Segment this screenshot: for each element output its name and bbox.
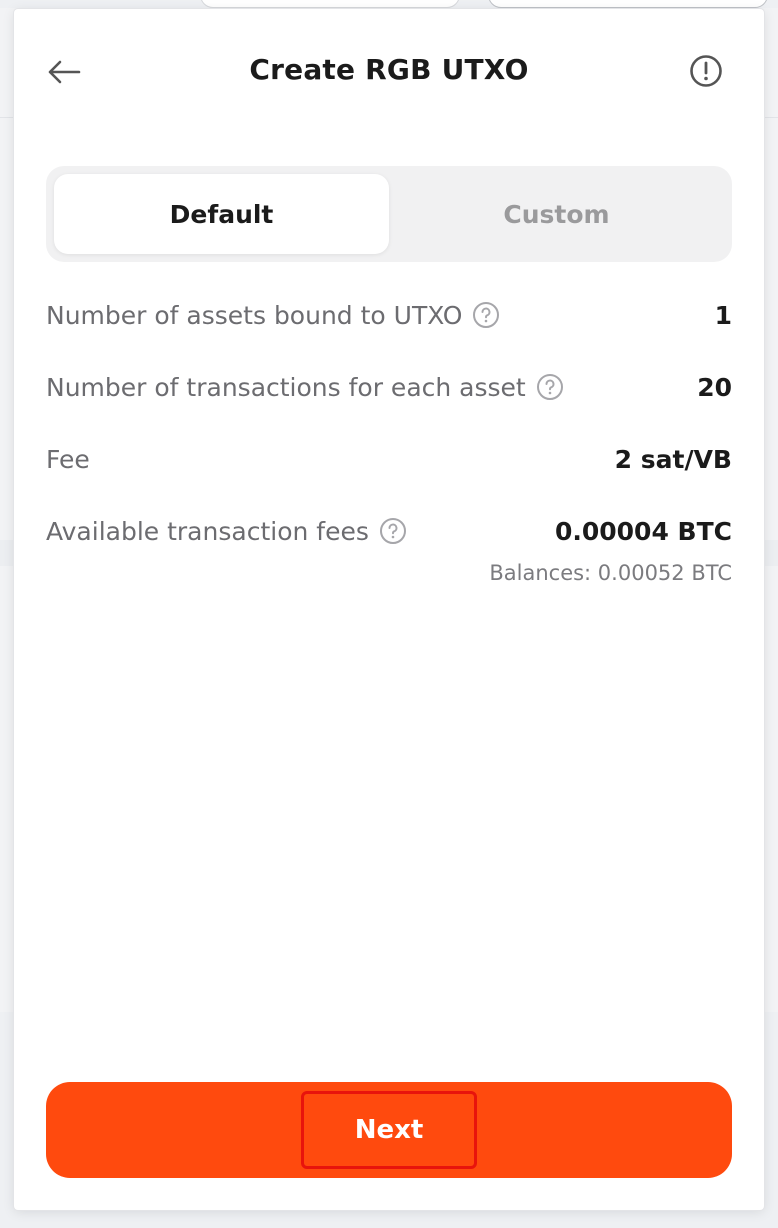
available-fees-label: Available transaction fees [46,516,369,546]
available-fees-row: Available transaction fees 0.00004 BTC [46,511,732,551]
assets-bound-label: Number of assets bound to UTXO [46,300,463,330]
tab-default[interactable]: Default [54,174,389,254]
next-button-highlight: Next [301,1091,477,1169]
next-button-label: Next [354,1115,424,1145]
fee-label: Fee [46,444,90,474]
assets-bound-value: 1 [714,300,732,330]
tx-per-asset-value: 20 [697,372,732,402]
background-tab-outline [488,0,768,8]
tab-custom[interactable]: Custom [389,174,724,254]
tx-per-asset-row: Number of transactions for each asset 20 [46,367,732,407]
available-fees-value: 0.00004 BTC [554,516,732,546]
create-utxo-dialog: Create RGB UTXO Default Custom Number of… [14,9,764,1210]
mode-tabs: Default Custom [46,166,732,262]
fee-row: Fee 2 sat/VB [46,439,732,479]
background-tab [200,0,460,8]
dialog-header: Create RGB UTXO [14,39,764,103]
exclamation-circle-icon [690,55,722,87]
assets-bound-row: Number of assets bound to UTXO 1 [46,295,732,335]
tx-per-asset-label: Number of transactions for each asset [46,372,526,402]
fee-value: 2 sat/VB [614,444,732,474]
info-button[interactable] [688,53,724,89]
page-title: Create RGB UTXO [249,53,529,86]
question-circle-icon[interactable] [379,517,407,545]
question-circle-icon[interactable] [536,373,564,401]
next-button[interactable]: Next [46,1082,732,1178]
balances-text: Balances: 0.00052 BTC [489,561,732,585]
question-circle-icon[interactable] [472,301,500,329]
